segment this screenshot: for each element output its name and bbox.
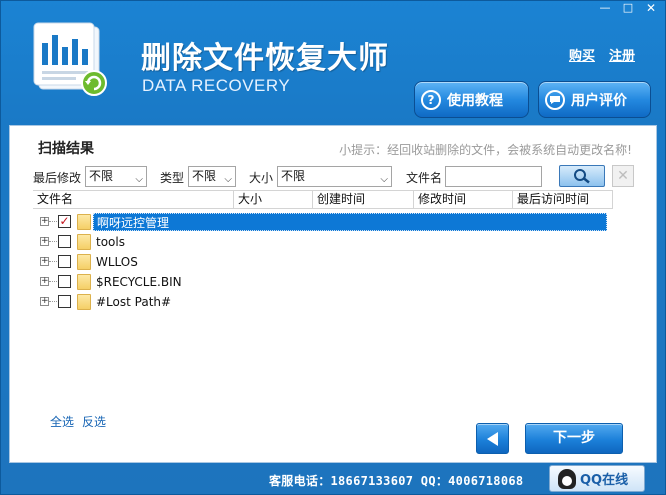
- app-title: 删除文件恢复大师: [141, 41, 389, 76]
- arrow-left-icon: [487, 432, 498, 446]
- expand-icon[interactable]: +: [40, 297, 49, 306]
- scan-results-panel: 扫描结果 小提示：经回收站删除的文件，会被系统自动更改名称! 最后修改 不限 ⌵…: [9, 125, 657, 463]
- last-modified-label: 最后修改: [33, 171, 82, 185]
- clear-button[interactable]: ✕: [612, 165, 634, 187]
- expand-icon[interactable]: +: [40, 257, 49, 266]
- column-header-size[interactable]: 大小: [234, 191, 313, 209]
- row-checkbox[interactable]: [58, 275, 71, 288]
- row-name: tools: [96, 235, 125, 249]
- type-label: 类型: [160, 171, 185, 185]
- app-window: — □ ✕ 删除文件恢复大师 DATA RECOVERY 购买 注册 ? 使用教…: [0, 0, 666, 495]
- app-subtitle: DATA RECOVERY: [142, 76, 291, 95]
- row-name: $RECYCLE.BIN: [96, 275, 182, 289]
- tree-connector: [49, 221, 57, 222]
- last-modified-select[interactable]: 不限 ⌵: [85, 166, 147, 187]
- back-button[interactable]: [476, 423, 509, 454]
- purchase-link[interactable]: 购买: [569, 45, 595, 64]
- tree-connector: [49, 301, 57, 302]
- folder-icon: [77, 274, 91, 290]
- folder-icon: [77, 254, 91, 270]
- restore-button[interactable]: □: [618, 1, 638, 16]
- tree-connector: [49, 261, 57, 262]
- qq-penguin-icon: [558, 468, 576, 489]
- column-header-accessed[interactable]: 最后访问时间: [513, 191, 613, 209]
- top-links: 购买 注册: [569, 45, 635, 64]
- file-tree-grid: 文件名 大小 创建时间 修改时间 最后访问时间 + ✓ 啊呀远控管理 + too…: [33, 190, 613, 410]
- question-icon: ?: [421, 89, 441, 110]
- header-buttons: ? 使用教程 用户评价: [414, 81, 651, 118]
- search-icon: [574, 169, 590, 184]
- folder-icon: [77, 234, 91, 250]
- feedback-button[interactable]: 用户评价: [538, 81, 651, 118]
- search-button[interactable]: [559, 165, 605, 187]
- row-name: #Lost Path#: [96, 295, 172, 309]
- last-modified-value: 不限: [89, 169, 114, 183]
- expand-icon[interactable]: +: [40, 277, 49, 286]
- next-step-button[interactable]: 下一步: [525, 423, 623, 454]
- qq-online-button[interactable]: QQ在线: [549, 465, 645, 492]
- qq-online-label: QQ在线: [580, 473, 629, 488]
- tip-text: 小提示：经回收站删除的文件，会被系统自动更改名称!: [339, 143, 632, 157]
- close-button[interactable]: ✕: [641, 1, 661, 16]
- row-name: 啊呀远控管理: [93, 213, 607, 231]
- tutorial-button[interactable]: ? 使用教程: [414, 81, 529, 118]
- tree-row[interactable]: + tools: [33, 232, 613, 252]
- window-controls: — □ ✕: [595, 1, 661, 16]
- size-label: 大小: [249, 171, 274, 185]
- row-checkbox[interactable]: ✓: [58, 215, 71, 228]
- tree-row[interactable]: + #Lost Path#: [33, 292, 613, 312]
- selection-links: 全选 反选: [50, 413, 106, 430]
- filter-bar: 最后修改 不限 ⌵ 类型 不限 ⌵ 大小 不限 ⌵ 文件名 ✕: [33, 165, 643, 188]
- tree-connector: [49, 241, 57, 242]
- select-all-link[interactable]: 全选: [50, 413, 74, 430]
- size-select[interactable]: 不限 ⌵: [277, 166, 392, 187]
- column-header-modified[interactable]: 修改时间: [414, 191, 513, 209]
- register-link[interactable]: 注册: [609, 45, 635, 64]
- tree-connector: [49, 281, 57, 282]
- expand-icon[interactable]: +: [40, 217, 49, 226]
- tree-row[interactable]: + $RECYCLE.BIN: [33, 272, 613, 292]
- column-header-created[interactable]: 创建时间: [313, 191, 414, 209]
- tree-row[interactable]: + ✓ 啊呀远控管理: [33, 212, 613, 232]
- filename-label: 文件名: [406, 171, 443, 185]
- row-checkbox[interactable]: [58, 295, 71, 308]
- minimize-button[interactable]: —: [595, 1, 615, 16]
- contact-info: 客服电话：18667133607 QQ：4006718068: [269, 474, 524, 488]
- filename-input[interactable]: [445, 166, 542, 187]
- invert-selection-link[interactable]: 反选: [82, 413, 106, 430]
- folder-icon: [77, 294, 91, 310]
- size-value: 不限: [281, 169, 306, 183]
- row-name: WLLOS: [96, 255, 138, 269]
- expand-icon[interactable]: +: [40, 237, 49, 246]
- chat-icon: [545, 89, 565, 110]
- app-logo-icon: [33, 22, 107, 96]
- folder-icon: [77, 214, 91, 230]
- panel-title: 扫描结果: [38, 141, 94, 157]
- grid-header: 文件名 大小 创建时间 修改时间 最后访问时间: [33, 190, 613, 209]
- row-checkbox[interactable]: [58, 255, 71, 268]
- tree-row[interactable]: + WLLOS: [33, 252, 613, 272]
- type-value: 不限: [192, 169, 217, 183]
- tutorial-button-label: 使用教程: [447, 92, 503, 109]
- feedback-button-label: 用户评价: [571, 92, 627, 109]
- row-checkbox[interactable]: [58, 235, 71, 248]
- type-select[interactable]: 不限 ⌵: [188, 166, 236, 187]
- chevron-down-icon: ⌵: [380, 174, 388, 185]
- chevron-down-icon: ⌵: [224, 174, 232, 185]
- column-header-name[interactable]: 文件名: [33, 191, 234, 209]
- chevron-down-icon: ⌵: [135, 174, 143, 185]
